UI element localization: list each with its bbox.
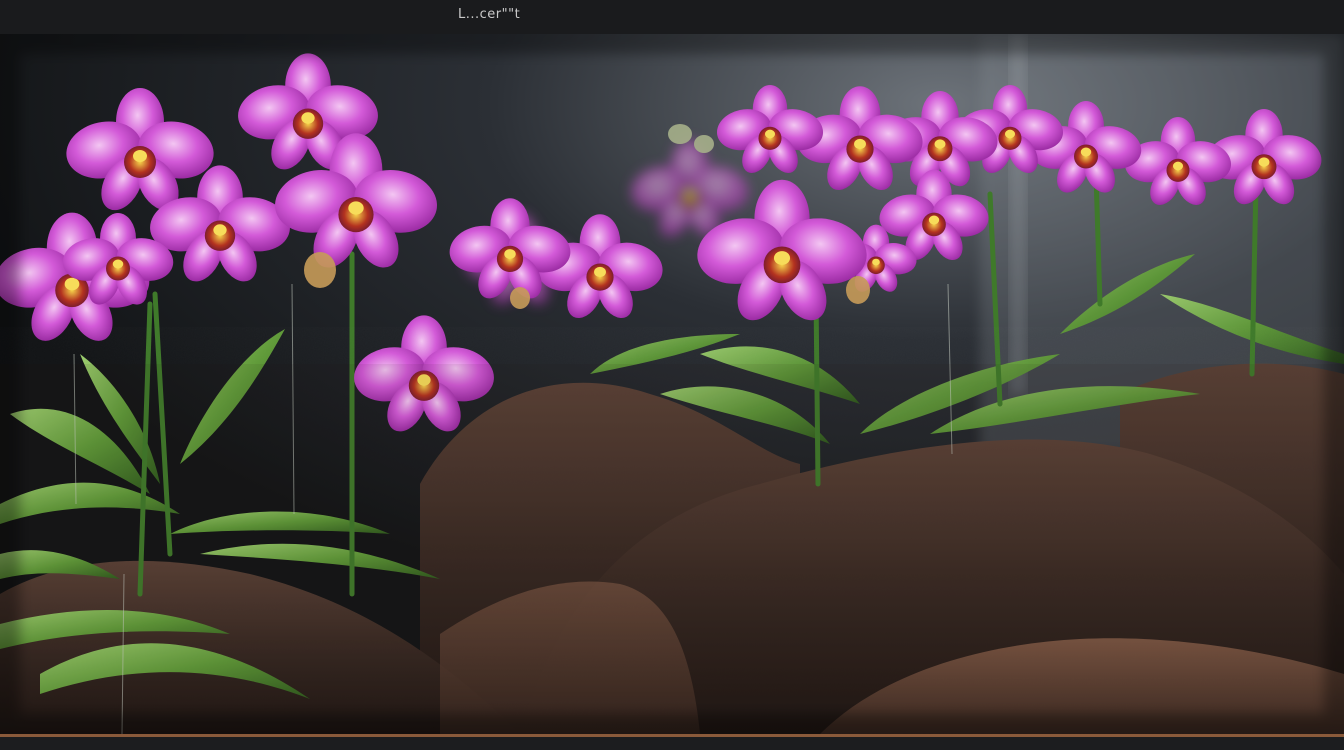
window-title: L...cer""t	[458, 7, 521, 22]
image-viewer: L...cer""t	[0, 0, 1344, 750]
orchid-photo	[0, 34, 1344, 734]
title-bar: L...cer""t	[0, 0, 1344, 35]
photo-canvas	[0, 34, 1344, 734]
bottom-strip	[0, 734, 1344, 750]
